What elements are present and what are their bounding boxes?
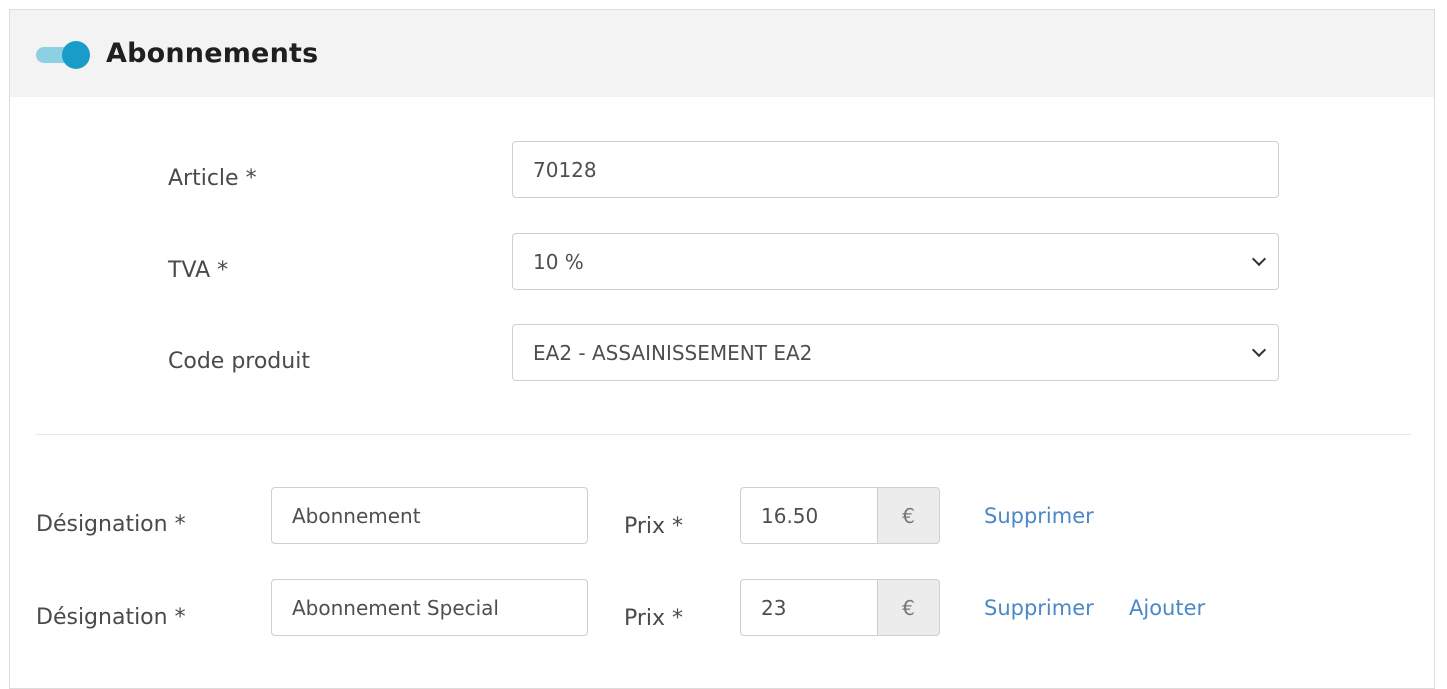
chevron-down-icon [1251,342,1267,357]
prix-input-group: 23 € [740,579,940,636]
designation-value: Abonnement Special [292,595,499,620]
designation-input[interactable]: Abonnement [271,487,588,544]
section-toggle[interactable] [36,41,90,69]
panel-header: Abonnements [10,10,1434,97]
section-title: Abonnements [106,38,319,69]
euro-icon: € [877,487,940,544]
euro-icon: € [877,579,940,636]
article-value: 70128 [533,157,597,182]
designation-label: Désignation * [36,605,186,630]
prix-value: 16.50 [761,503,819,528]
code-produit-select[interactable]: EA2 - ASSAINISSEMENT EA2 [512,324,1279,381]
prix-label: Prix * [624,606,684,631]
article-input[interactable]: 70128 [512,141,1279,198]
code-produit-value: EA2 - ASSAINISSEMENT EA2 [533,340,813,365]
chevron-down-icon [1251,251,1267,266]
toggle-knob [62,41,90,69]
designation-label: Désignation * [36,512,186,537]
designation-input[interactable]: Abonnement Special [271,579,588,636]
prix-input[interactable]: 16.50 [740,487,878,544]
prix-label: Prix * [624,514,684,539]
tva-label: TVA * [168,258,229,283]
tva-value: 10 % [533,249,584,274]
prix-input-group: 16.50 € [740,487,940,544]
prix-input[interactable]: 23 [740,579,878,636]
designation-value: Abonnement [292,503,421,528]
article-label: Article * [168,166,257,191]
delete-link[interactable]: Supprimer [984,596,1094,620]
delete-link[interactable]: Supprimer [984,504,1094,528]
prix-value: 23 [761,595,787,620]
add-link[interactable]: Ajouter [1129,596,1205,620]
code-produit-label: Code produit [168,349,310,374]
divider [36,434,1411,435]
abonnements-panel: Abonnements Article * 70128 TVA * 10 % C… [9,9,1435,689]
tva-select[interactable]: 10 % [512,233,1279,290]
